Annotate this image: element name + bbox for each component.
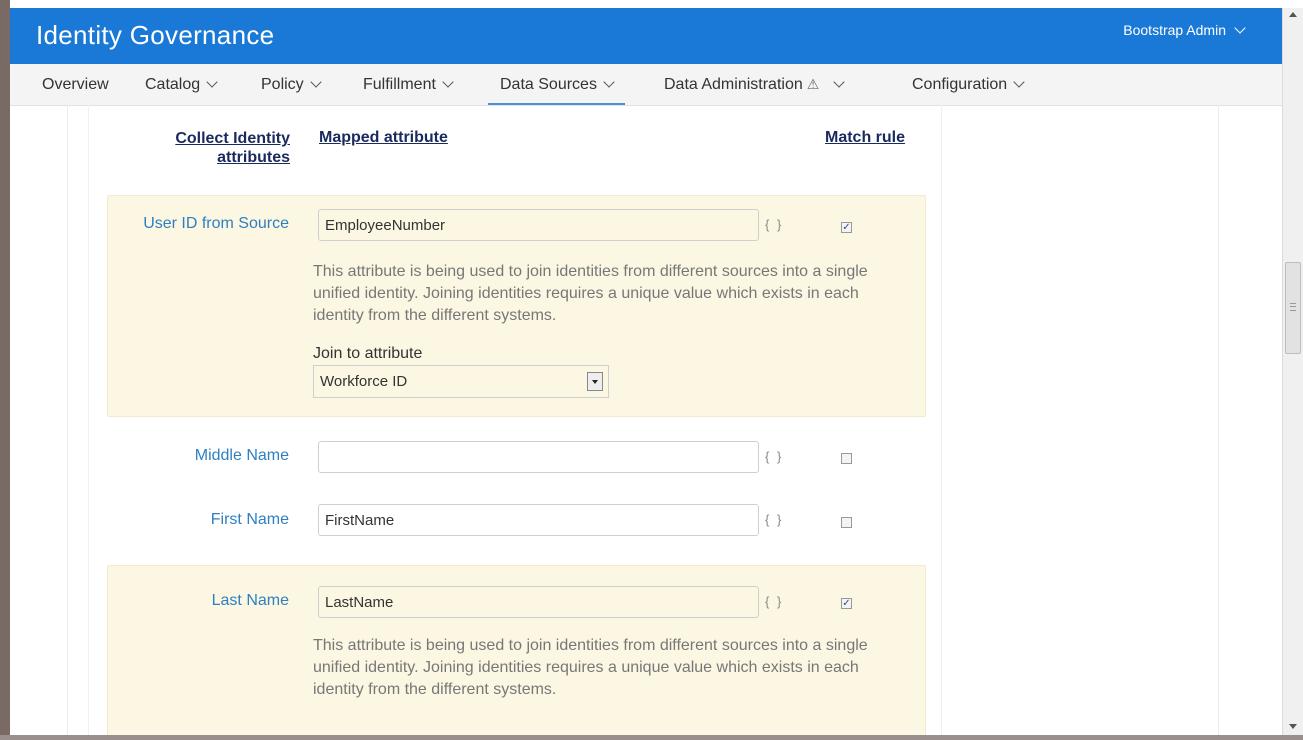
mapped-attribute-input[interactable]: FirstName — [318, 504, 759, 536]
nav-overview[interactable]: Overview — [42, 64, 109, 105]
row-label: User ID from Source — [143, 215, 289, 232]
join-attribute-select[interactable]: Workforce ID — [313, 365, 609, 398]
app-header: Identity Governance Bootstrap Admin — [10, 8, 1282, 64]
user-menu[interactable]: Bootstrap Admin — [1123, 22, 1246, 38]
join-to-attribute-label: Join to attribute — [313, 345, 423, 362]
mapped-attribute-input[interactable] — [318, 441, 759, 473]
chevron-down-icon — [1234, 22, 1246, 34]
expression-braces-icon[interactable]: { } — [765, 449, 783, 464]
scroll-thumb[interactable] — [1285, 262, 1301, 354]
column-header-collect-line2: attributes — [217, 149, 290, 166]
chevron-down-icon — [1013, 76, 1025, 88]
match-rule-checkbox[interactable] — [841, 517, 852, 528]
chevron-down-icon — [206, 76, 218, 88]
nav-label: Catalog — [145, 76, 201, 93]
attribute-mapping-table: Collect Identity attributes Mapped attri… — [88, 105, 942, 735]
expression-braces-icon[interactable]: { } — [765, 512, 783, 527]
column-header-match[interactable]: Match rule — [825, 129, 905, 147]
nav-catalog[interactable]: Catalog — [145, 64, 218, 105]
nav-label: Overview — [42, 76, 109, 93]
expression-braces-icon[interactable]: { } — [765, 217, 783, 232]
join-attribute-value: Workforce ID — [320, 373, 408, 390]
nav-configuration[interactable]: Configuration — [912, 64, 1025, 105]
nav-label: Configuration — [912, 76, 1008, 93]
chevron-down-icon — [442, 76, 454, 88]
chevron-down-icon — [833, 76, 845, 88]
chevron-down-icon — [603, 76, 615, 88]
row-label: Middle Name — [194, 447, 289, 464]
grip-icon — [1290, 303, 1296, 311]
match-rule-checkbox[interactable]: ✓ — [841, 222, 852, 233]
main-nav: Overview Catalog Policy Fulfillment Data… — [10, 64, 1282, 106]
mapped-attribute-input[interactable]: LastName — [318, 586, 759, 618]
nav-policy[interactable]: Policy — [261, 64, 322, 105]
chevron-down-icon — [310, 76, 322, 88]
nav-label: Data Sources — [500, 76, 597, 93]
row-label: First Name — [210, 511, 289, 528]
join-help-text: This attribute is being used to join ide… — [313, 263, 868, 324]
window-frame-bottom — [0, 735, 1303, 740]
column-header-collect-line1: Collect Identity — [175, 130, 290, 147]
content-area: Collect Identity attributes Mapped attri… — [67, 105, 1219, 735]
match-rule-checkbox[interactable] — [841, 453, 852, 464]
scroll-up-arrow-icon[interactable] — [1289, 12, 1297, 17]
nav-data-sources[interactable]: Data Sources — [488, 64, 625, 105]
window-frame-left — [0, 0, 10, 740]
column-header-mapped[interactable]: Mapped attribute — [319, 129, 448, 147]
app-window: Identity Governance Bootstrap Admin Over… — [10, 8, 1282, 735]
scroll-down-arrow-icon[interactable] — [1289, 724, 1297, 729]
nav-data-administration[interactable]: Data Administration ⚠ — [664, 64, 845, 105]
app-title: Identity Governance — [36, 20, 275, 50]
match-rule-checkbox[interactable]: ✓ — [841, 598, 852, 609]
nav-fulfillment[interactable]: Fulfillment — [363, 64, 454, 105]
nav-label: Data Administration — [664, 76, 803, 93]
warning-icon: ⚠ — [806, 76, 820, 92]
mapped-attribute-input[interactable]: EmployeeNumber — [318, 209, 759, 241]
column-header-collect[interactable]: Collect Identity attributes — [89, 129, 290, 167]
user-menu-label: Bootstrap Admin — [1123, 22, 1226, 38]
vertical-scrollbar[interactable] — [1282, 8, 1303, 735]
nav-label: Policy — [261, 76, 304, 93]
join-help-text: This attribute is being used to join ide… — [313, 637, 868, 698]
dropdown-arrow-icon[interactable] — [587, 372, 603, 391]
row-label: Last Name — [211, 592, 289, 609]
expression-braces-icon[interactable]: { } — [765, 594, 783, 609]
nav-label: Fulfillment — [363, 76, 436, 93]
